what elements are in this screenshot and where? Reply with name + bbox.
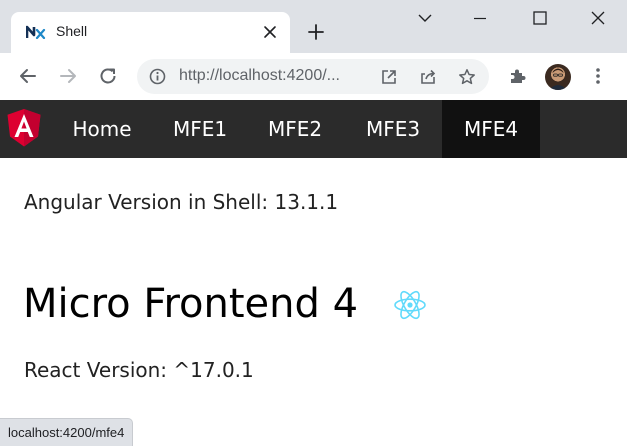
close-icon[interactable] <box>262 24 278 40</box>
nx-favicon-icon <box>26 25 46 39</box>
url-text[interactable]: http://localhost:4200/... <box>179 67 340 85</box>
nav-item-mfe1[interactable]: MFE1 <box>156 100 244 158</box>
info-icon[interactable] <box>149 68 166 85</box>
minimize-icon[interactable] <box>470 8 490 28</box>
nav-item-mfe4[interactable]: MFE4 <box>442 100 540 158</box>
main-content: Angular Version in Shell: 13.1.1 Micro F… <box>0 158 627 445</box>
back-arrow-icon[interactable] <box>17 65 39 87</box>
profile-photo <box>549 68 567 90</box>
share-icon[interactable] <box>419 68 437 86</box>
tab-strip: Shell <box>0 0 627 53</box>
chevron-down-icon[interactable] <box>415 8 435 28</box>
avatar[interactable] <box>545 64 571 90</box>
more-vertical-icon[interactable] <box>587 65 609 87</box>
page-title: Micro Frontend 4 <box>23 281 359 327</box>
shell-version-text: Angular Version in Shell: 13.1.1 <box>24 190 339 214</box>
nav-item-mfe2[interactable]: MFE2 <box>251 100 339 158</box>
forward-arrow-icon[interactable] <box>57 65 79 87</box>
nav-item-home[interactable]: Home <box>54 100 150 158</box>
open-external-icon[interactable] <box>380 68 398 86</box>
address-bar[interactable]: http://localhost:4200/... <box>137 59 489 94</box>
maximize-icon[interactable] <box>530 8 550 28</box>
plus-icon[interactable] <box>306 22 326 42</box>
star-icon[interactable] <box>458 68 476 86</box>
react-version-text: React Version: ^17.0.1 <box>24 358 254 382</box>
window-close-icon[interactable] <box>588 8 608 28</box>
reload-icon[interactable] <box>97 65 119 87</box>
browser-tab[interactable]: Shell <box>11 12 290 53</box>
puzzle-icon[interactable] <box>507 65 529 87</box>
tab-title: Shell <box>56 23 88 39</box>
app-navbar: Home MFE1 MFE2 MFE3 MFE4 <box>0 100 627 158</box>
react-logo <box>394 290 426 320</box>
status-bar-link: localhost:4200/mfe4 <box>0 418 134 446</box>
nav-item-mfe3[interactable]: MFE3 <box>347 100 439 158</box>
browser-toolbar: http://localhost:4200/... <box>0 53 627 100</box>
angular-logo[interactable] <box>6 108 42 148</box>
